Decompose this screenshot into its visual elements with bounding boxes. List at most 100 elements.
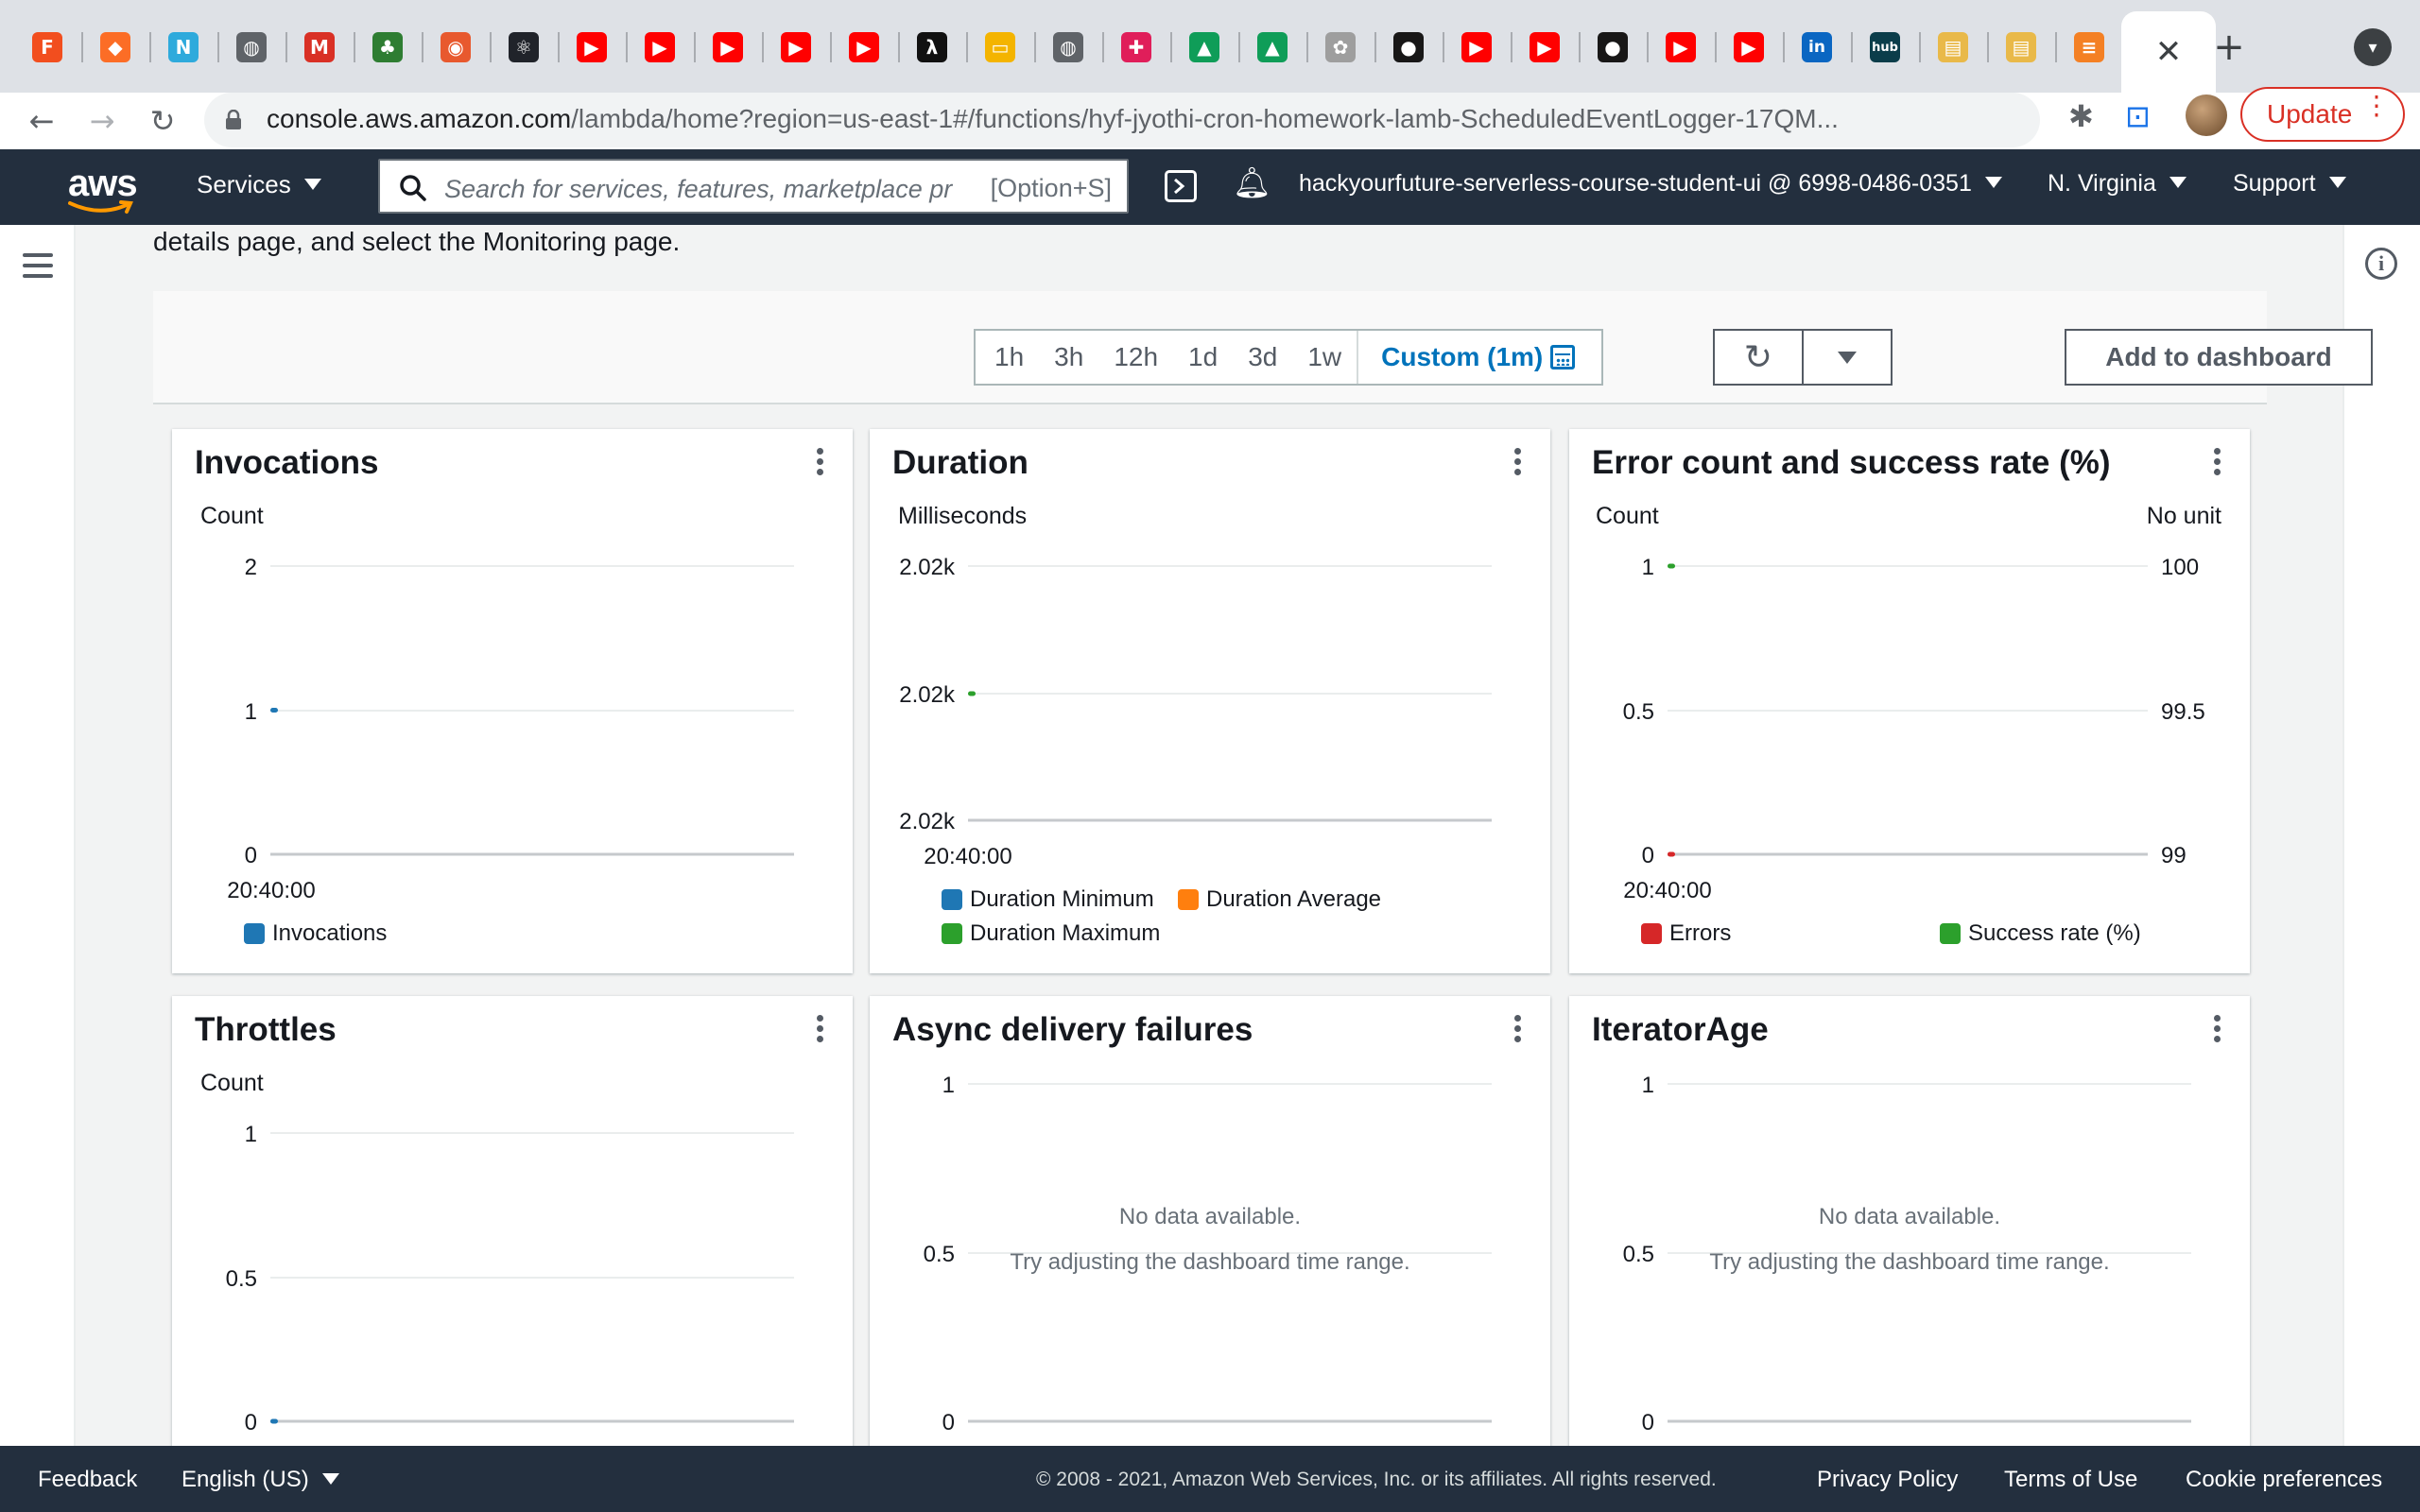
- browser-tab[interactable]: ▶: [633, 21, 686, 74]
- update-button[interactable]: Update ⋮: [2240, 87, 2405, 142]
- browser-tab[interactable]: ▶: [1450, 21, 1503, 74]
- close-tab-icon[interactable]: ✕: [2155, 33, 2183, 71]
- drive-icon: ▲: [1189, 32, 1219, 62]
- forward-arrow-icon[interactable]: →: [81, 100, 123, 142]
- back-arrow-icon[interactable]: ←: [21, 100, 62, 142]
- feedback-link[interactable]: Feedback: [38, 1467, 137, 1493]
- legend-label: Duration Average: [1206, 886, 1382, 912]
- url-text[interactable]: console.aws.amazon.com/lambda/home?regio…: [267, 104, 1949, 134]
- cloudshell-icon[interactable]: [1165, 170, 1197, 202]
- youtube-icon: ▶: [713, 32, 743, 62]
- browser-tab[interactable]: ✿: [1314, 21, 1367, 74]
- legend-item: Duration Maximum: [942, 920, 1160, 947]
- refresh-button[interactable]: ↻: [1713, 329, 1804, 386]
- y-tick-label: 0: [245, 1410, 257, 1435]
- browser-tab[interactable]: ▶: [701, 21, 754, 74]
- browser-tab[interactable]: ▶: [769, 21, 822, 74]
- y2-tick-label: 99: [2161, 843, 2187, 868]
- cast-icon[interactable]: ⊡: [2125, 98, 2151, 134]
- reload-icon[interactable]: ↻: [142, 100, 183, 142]
- language-selector[interactable]: English (US): [182, 1467, 339, 1493]
- range-3h[interactable]: 3h: [1039, 331, 1098, 384]
- browser-tab[interactable]: ▲: [1246, 21, 1299, 74]
- range-1h[interactable]: 1h: [976, 331, 1039, 384]
- right-help-rail: i: [2342, 225, 2420, 1446]
- browser-tab[interactable]: ✚: [1110, 21, 1163, 74]
- tab-separator: [1783, 32, 1785, 62]
- y-tick-label: 0: [245, 843, 257, 868]
- language-label: English (US): [182, 1467, 309, 1492]
- browser-tab[interactable]: ●: [1586, 21, 1639, 74]
- browser-tab[interactable]: M: [293, 21, 346, 74]
- browser-tab[interactable]: F: [21, 21, 74, 74]
- profile-avatar[interactable]: [2186, 94, 2227, 136]
- tab-search-button[interactable]: ▾: [2354, 28, 2392, 66]
- iterator-age-chart: 10.50: [1623, 1073, 2191, 1435]
- error-success-chart: 1 100 0.5 99.5 0 99 20:40:00: [1623, 555, 2205, 903]
- tab-separator: [217, 32, 219, 62]
- range-1w[interactable]: 1w: [1292, 331, 1357, 384]
- terms-of-use-link[interactable]: Terms of Use: [2004, 1467, 2137, 1493]
- y-tick-label: 2.02k: [899, 809, 956, 834]
- range-12h[interactable]: 12h: [1098, 331, 1173, 384]
- tab-separator: [558, 32, 560, 62]
- browser-tab[interactable]: ▶: [1518, 21, 1571, 74]
- bell-icon[interactable]: 🔔︎: [1233, 164, 1271, 200]
- info-icon[interactable]: i: [2365, 248, 2397, 280]
- active-tab[interactable]: ✕: [2121, 11, 2216, 93]
- browser-tab[interactable]: ≡: [2063, 21, 2116, 74]
- browser-tab[interactable]: ⚛: [497, 21, 550, 74]
- aws-smile-icon: [68, 200, 133, 214]
- legend-swatch: [1641, 923, 1662, 944]
- add-to-dashboard-button[interactable]: Add to dashboard: [2065, 329, 2373, 386]
- youtube-icon: ▶: [577, 32, 607, 62]
- tree-icon: ✿: [1325, 32, 1356, 62]
- y-tick-label: 1: [245, 699, 257, 725]
- browser-tab[interactable]: ◉: [429, 21, 482, 74]
- browser-tab[interactable]: ▤: [1995, 21, 2048, 74]
- support-menu[interactable]: Support: [2233, 170, 2346, 198]
- browser-tab[interactable]: in: [1790, 21, 1843, 74]
- region-menu[interactable]: N. Virginia: [2048, 170, 2187, 198]
- browser-tab[interactable]: ▶: [1722, 21, 1775, 74]
- account-menu[interactable]: hackyourfuture-serverless-course-student…: [1299, 170, 2002, 198]
- address-bar[interactable]: console.aws.amazon.com/lambda/home?regio…: [204, 93, 2221, 147]
- aws-logo[interactable]: aws: [68, 163, 138, 205]
- caret-down-icon: [321, 1472, 339, 1485]
- cookie-preferences-link[interactable]: Cookie preferences: [2186, 1467, 2382, 1493]
- tree-icon: ♣: [372, 32, 403, 62]
- range-3d[interactable]: 3d: [1233, 331, 1292, 384]
- range-1d[interactable]: 1d: [1173, 331, 1233, 384]
- browser-tab[interactable]: ▤: [1927, 21, 1979, 74]
- legend-swatch: [942, 889, 962, 910]
- range-custom[interactable]: Custom (1m): [1357, 331, 1601, 384]
- browser-tab[interactable]: ▶: [565, 21, 618, 74]
- book-icon: ▤: [1938, 32, 1968, 62]
- browser-tab[interactable]: ▲: [1178, 21, 1231, 74]
- browser-tab[interactable]: λ: [906, 21, 959, 74]
- services-menu[interactable]: Services: [197, 170, 321, 199]
- browser-tab[interactable]: ◆: [89, 21, 142, 74]
- browser-tab[interactable]: ▶: [1654, 21, 1707, 74]
- youtube-icon: ▶: [781, 32, 811, 62]
- extensions-puzzle-icon[interactable]: ✱: [2068, 98, 2094, 134]
- hamburger-menu-icon[interactable]: [23, 253, 53, 284]
- tab-separator: [966, 32, 968, 62]
- search-icon: [400, 175, 426, 201]
- browser-tab[interactable]: ◍: [1042, 21, 1095, 74]
- tab-separator: [1443, 32, 1444, 62]
- youtube-icon: ▶: [1461, 32, 1492, 62]
- browser-tab[interactable]: hub: [1858, 21, 1911, 74]
- browser-tab[interactable]: N: [157, 21, 210, 74]
- browser-tab[interactable]: ♣: [361, 21, 414, 74]
- privacy-policy-link[interactable]: Privacy Policy: [1817, 1467, 1958, 1493]
- aws-search-box[interactable]: Search for services, features, marketpla…: [378, 159, 1129, 214]
- browser-tab[interactable]: ▭: [974, 21, 1027, 74]
- youtube-icon: ▶: [1666, 32, 1696, 62]
- browser-tab[interactable]: ●: [1382, 21, 1435, 74]
- duration-chart: 2.02k 2.02k 2.02k 20:40:00: [899, 555, 1492, 869]
- refresh-options-dropdown[interactable]: [1802, 329, 1893, 386]
- browser-tab[interactable]: ▶: [838, 21, 890, 74]
- browser-tab[interactable]: ◍: [225, 21, 278, 74]
- new-tab-button[interactable]: +: [2203, 21, 2256, 74]
